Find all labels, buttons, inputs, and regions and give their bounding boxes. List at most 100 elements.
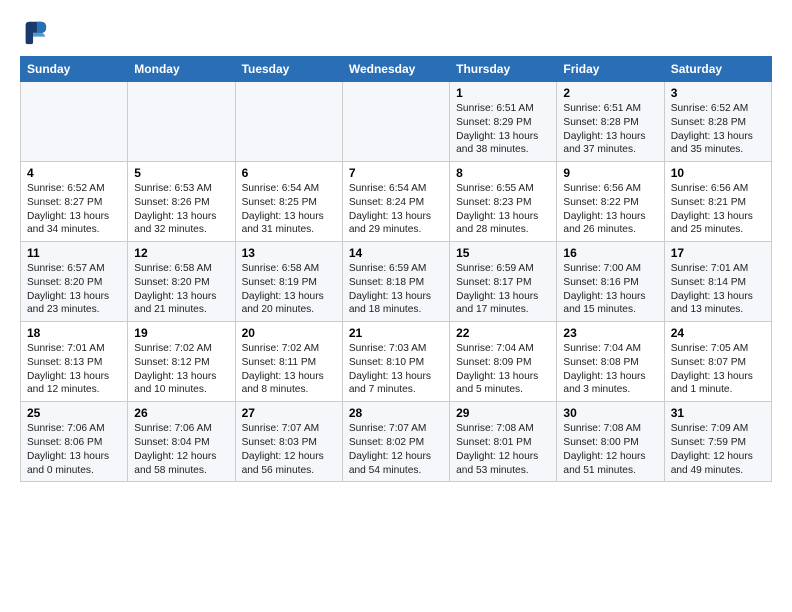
calendar-cell: 20 Sunrise: 7:02 AMSunset: 8:11 PMDayligh… (235, 322, 342, 402)
cell-info: Sunrise: 7:02 AMSunset: 8:12 PMDaylight:… (134, 342, 228, 397)
logo (20, 18, 52, 46)
day-header-sunday: Sunday (21, 57, 128, 82)
cell-date: 14 (349, 246, 443, 260)
cell-date: 20 (242, 326, 336, 340)
calendar-cell: 30 Sunrise: 7:08 AMSunset: 8:00 PMDayligh… (557, 402, 664, 482)
calendar-cell: 11 Sunrise: 6:57 AMSunset: 8:20 PMDayligh… (21, 242, 128, 322)
cell-info: Sunrise: 7:05 AMSunset: 8:07 PMDaylight:… (671, 342, 765, 397)
cell-info: Sunrise: 6:55 AMSunset: 8:23 PMDaylight:… (456, 182, 550, 237)
cell-date: 8 (456, 166, 550, 180)
cell-info: Sunrise: 6:56 AMSunset: 8:22 PMDaylight:… (563, 182, 657, 237)
cell-date: 1 (456, 86, 550, 100)
cell-date: 21 (349, 326, 443, 340)
calendar-cell: 8 Sunrise: 6:55 AMSunset: 8:23 PMDaylight… (450, 162, 557, 242)
cell-date: 2 (563, 86, 657, 100)
cell-date: 24 (671, 326, 765, 340)
cell-date: 10 (671, 166, 765, 180)
calendar-cell: 18Sunrise: 7:01 AMSunset: 8:13 PMDayligh… (21, 322, 128, 402)
cell-date: 9 (563, 166, 657, 180)
cell-info: Sunrise: 6:59 AMSunset: 8:18 PMDaylight:… (349, 262, 443, 317)
calendar-cell: 5 Sunrise: 6:53 AMSunset: 8:26 PMDaylight… (128, 162, 235, 242)
calendar-cell: 6 Sunrise: 6:54 AMSunset: 8:25 PMDaylight… (235, 162, 342, 242)
cell-date: 26 (134, 406, 228, 420)
cell-info: Sunrise: 6:57 AMSunset: 8:20 PMDaylight:… (27, 262, 121, 317)
calendar-cell: 3 Sunrise: 6:52 AMSunset: 8:28 PMDaylight… (664, 82, 771, 162)
cell-date: 4 (27, 166, 121, 180)
cell-info: Sunrise: 7:06 AMSunset: 8:06 PMDaylight:… (27, 422, 121, 477)
calendar-cell (128, 82, 235, 162)
cell-date: 22 (456, 326, 550, 340)
calendar-cell: 25 Sunrise: 7:06 AMSunset: 8:06 PMDayligh… (21, 402, 128, 482)
cell-info: Sunrise: 7:01 AMSunset: 8:14 PMDaylight:… (671, 262, 765, 317)
cell-date: 17 (671, 246, 765, 260)
calendar-cell: 16Sunrise: 7:00 AMSunset: 8:16 PMDayligh… (557, 242, 664, 322)
calendar-header-row: SundayMondayTuesdayWednesdayThursdayFrid… (21, 57, 772, 82)
calendar-cell: 7Sunrise: 6:54 AMSunset: 8:24 PMDaylight… (342, 162, 449, 242)
calendar-cell (235, 82, 342, 162)
cell-date: 15 (456, 246, 550, 260)
calendar-week-5: 25 Sunrise: 7:06 AMSunset: 8:06 PMDayligh… (21, 402, 772, 482)
cell-date: 3 (671, 86, 765, 100)
cell-info: Sunrise: 7:04 AMSunset: 8:08 PMDaylight:… (563, 342, 657, 397)
day-header-tuesday: Tuesday (235, 57, 342, 82)
cell-date: 25 (27, 406, 121, 420)
cell-date: 31 (671, 406, 765, 420)
day-header-friday: Friday (557, 57, 664, 82)
cell-info: Sunrise: 7:04 AMSunset: 8:09 PMDaylight:… (456, 342, 550, 397)
calendar-cell: 4 Sunrise: 6:52 AMSunset: 8:27 PMDaylight… (21, 162, 128, 242)
calendar-cell: 9 Sunrise: 6:56 AMSunset: 8:22 PMDaylight… (557, 162, 664, 242)
cell-info: Sunrise: 7:07 AMSunset: 8:02 PMDaylight:… (349, 422, 443, 477)
calendar-cell: 31 Sunrise: 7:09 AMSunset: 7:59 PMDayligh… (664, 402, 771, 482)
cell-info: Sunrise: 7:08 AMSunset: 8:00 PMDaylight:… (563, 422, 657, 477)
cell-info: Sunrise: 6:51 AMSunset: 8:28 PMDaylight:… (563, 102, 657, 157)
cell-info: Sunrise: 7:09 AMSunset: 7:59 PMDaylight:… (671, 422, 765, 477)
day-header-monday: Monday (128, 57, 235, 82)
cell-date: 11 (27, 246, 121, 260)
calendar-cell: 23Sunrise: 7:04 AMSunset: 8:08 PMDayligh… (557, 322, 664, 402)
cell-date: 12 (134, 246, 228, 260)
cell-info: Sunrise: 7:00 AMSunset: 8:16 PMDaylight:… (563, 262, 657, 317)
cell-date: 19 (134, 326, 228, 340)
cell-date: 13 (242, 246, 336, 260)
calendar-week-3: 11 Sunrise: 6:57 AMSunset: 8:20 PMDayligh… (21, 242, 772, 322)
cell-date: 29 (456, 406, 550, 420)
calendar-week-4: 18Sunrise: 7:01 AMSunset: 8:13 PMDayligh… (21, 322, 772, 402)
day-header-saturday: Saturday (664, 57, 771, 82)
calendar-cell (21, 82, 128, 162)
calendar-cell: 2 Sunrise: 6:51 AMSunset: 8:28 PMDaylight… (557, 82, 664, 162)
cell-info: Sunrise: 6:58 AMSunset: 8:19 PMDaylight:… (242, 262, 336, 317)
cell-date: 30 (563, 406, 657, 420)
cell-date: 5 (134, 166, 228, 180)
cell-date: 28 (349, 406, 443, 420)
calendar-cell: 29 Sunrise: 7:08 AMSunset: 8:01 PMDayligh… (450, 402, 557, 482)
cell-info: Sunrise: 6:54 AMSunset: 8:25 PMDaylight:… (242, 182, 336, 237)
cell-info: Sunrise: 7:03 AMSunset: 8:10 PMDaylight:… (349, 342, 443, 397)
cell-info: Sunrise: 6:52 AMSunset: 8:27 PMDaylight:… (27, 182, 121, 237)
calendar-cell (342, 82, 449, 162)
calendar-cell: 22 Sunrise: 7:04 AMSunset: 8:09 PMDayligh… (450, 322, 557, 402)
cell-date: 27 (242, 406, 336, 420)
calendar-cell: 21 Sunrise: 7:03 AMSunset: 8:10 PMDayligh… (342, 322, 449, 402)
cell-info: Sunrise: 6:53 AMSunset: 8:26 PMDaylight:… (134, 182, 228, 237)
calendar-cell: 13 Sunrise: 6:58 AMSunset: 8:19 PMDayligh… (235, 242, 342, 322)
calendar-cell: 17 Sunrise: 7:01 AMSunset: 8:14 PMDayligh… (664, 242, 771, 322)
cell-info: Sunrise: 6:58 AMSunset: 8:20 PMDaylight:… (134, 262, 228, 317)
calendar-cell: 15Sunrise: 6:59 AMSunset: 8:17 PMDayligh… (450, 242, 557, 322)
calendar-cell: 28 Sunrise: 7:07 AMSunset: 8:02 PMDayligh… (342, 402, 449, 482)
header (20, 18, 772, 46)
day-header-thursday: Thursday (450, 57, 557, 82)
calendar-cell: 19 Sunrise: 7:02 AMSunset: 8:12 PMDayligh… (128, 322, 235, 402)
cell-info: Sunrise: 7:08 AMSunset: 8:01 PMDaylight:… (456, 422, 550, 477)
calendar-cell: 10Sunrise: 6:56 AMSunset: 8:21 PMDayligh… (664, 162, 771, 242)
cell-info: Sunrise: 7:01 AMSunset: 8:13 PMDaylight:… (27, 342, 121, 397)
cell-date: 7 (349, 166, 443, 180)
calendar-week-2: 4 Sunrise: 6:52 AMSunset: 8:27 PMDaylight… (21, 162, 772, 242)
calendar-cell: 27 Sunrise: 7:07 AMSunset: 8:03 PMDayligh… (235, 402, 342, 482)
calendar-cell: 12 Sunrise: 6:58 AMSunset: 8:20 PMDayligh… (128, 242, 235, 322)
cell-info: Sunrise: 7:06 AMSunset: 8:04 PMDaylight:… (134, 422, 228, 477)
cell-info: Sunrise: 7:02 AMSunset: 8:11 PMDaylight:… (242, 342, 336, 397)
cell-info: Sunrise: 6:52 AMSunset: 8:28 PMDaylight:… (671, 102, 765, 157)
page: SundayMondayTuesdayWednesdayThursdayFrid… (0, 0, 792, 492)
cell-info: Sunrise: 7:07 AMSunset: 8:03 PMDaylight:… (242, 422, 336, 477)
cell-date: 6 (242, 166, 336, 180)
